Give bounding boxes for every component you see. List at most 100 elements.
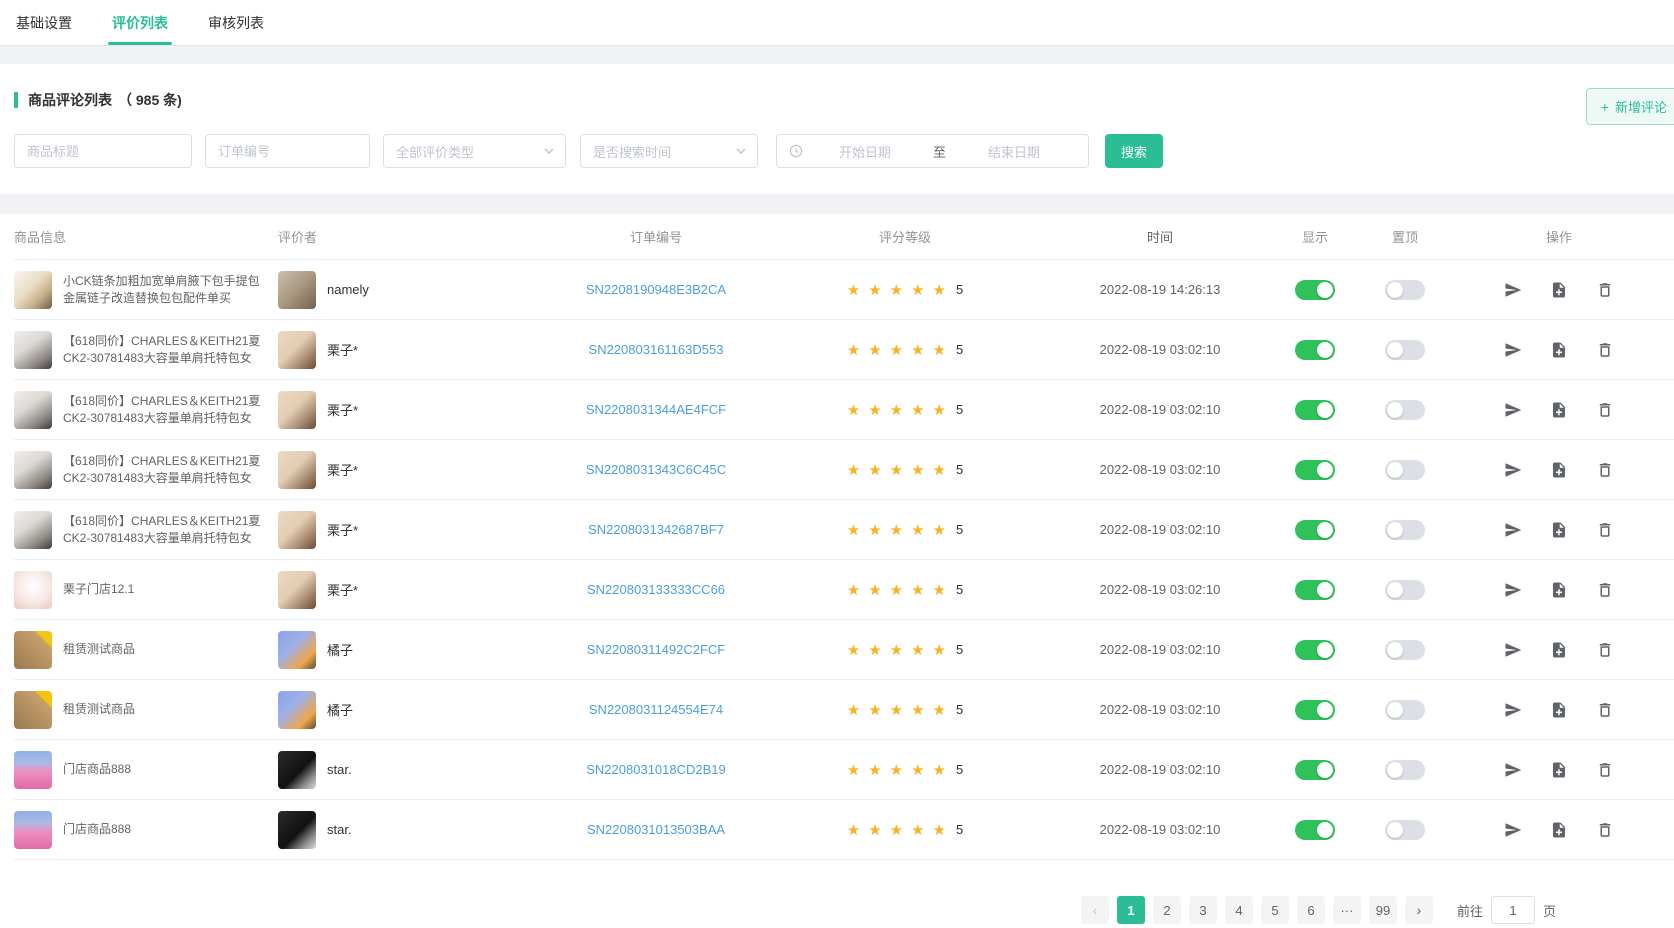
rating-stars[interactable]: ★★★★★	[847, 701, 954, 719]
pin-toggle[interactable]	[1385, 760, 1425, 780]
send-icon[interactable]	[1504, 401, 1522, 419]
page-button-1[interactable]: 1	[1117, 896, 1145, 924]
rating-stars[interactable]: ★★★★★	[847, 341, 954, 359]
tab-audit-list[interactable]: 审核列表	[208, 0, 264, 45]
prev-page-button[interactable]: ‹	[1081, 896, 1109, 924]
file-add-icon[interactable]	[1550, 521, 1568, 539]
order-no-input[interactable]	[205, 134, 370, 168]
reviewer-avatar	[278, 811, 316, 849]
add-review-button[interactable]: +新增评论	[1586, 88, 1674, 125]
order-link[interactable]: SN2208031343C6C45C	[586, 462, 726, 477]
goto-page-input[interactable]	[1491, 896, 1535, 924]
order-link[interactable]: SN2208031013503BAA	[587, 822, 725, 837]
display-toggle[interactable]	[1295, 640, 1335, 660]
file-add-icon[interactable]	[1550, 701, 1568, 719]
order-link[interactable]: SN22080311492C2FCF	[587, 642, 726, 657]
pin-toggle[interactable]	[1385, 520, 1425, 540]
date-range-picker[interactable]: 开始日期 至 结束日期	[776, 134, 1089, 168]
display-toggle[interactable]	[1295, 760, 1335, 780]
file-add-icon[interactable]	[1550, 581, 1568, 599]
delete-icon[interactable]	[1596, 641, 1614, 659]
order-link[interactable]: SN220803133333CC66	[587, 582, 725, 597]
file-add-icon[interactable]	[1550, 821, 1568, 839]
rating-score: 5	[956, 642, 963, 657]
file-add-icon[interactable]	[1550, 281, 1568, 299]
display-toggle[interactable]	[1295, 700, 1335, 720]
order-link[interactable]: SN2208031124554E74	[589, 702, 723, 717]
send-icon[interactable]	[1504, 701, 1522, 719]
send-icon[interactable]	[1504, 821, 1522, 839]
display-toggle[interactable]	[1295, 580, 1335, 600]
display-toggle[interactable]	[1295, 820, 1335, 840]
rating-score: 5	[956, 702, 963, 717]
product-title-input[interactable]	[14, 134, 192, 168]
order-link[interactable]: SN2208190948E3B2CA	[586, 282, 726, 297]
pin-toggle[interactable]	[1385, 340, 1425, 360]
display-toggle[interactable]	[1295, 340, 1335, 360]
display-toggle[interactable]	[1295, 460, 1335, 480]
file-add-icon[interactable]	[1550, 641, 1568, 659]
send-icon[interactable]	[1504, 761, 1522, 779]
order-link[interactable]: SN2208031018CD2B19	[586, 762, 726, 777]
page-button-3[interactable]: 3	[1189, 896, 1217, 924]
display-toggle[interactable]	[1295, 400, 1335, 420]
file-add-icon[interactable]	[1550, 341, 1568, 359]
rating-stars[interactable]: ★★★★★	[847, 641, 954, 659]
display-toggle[interactable]	[1295, 280, 1335, 300]
file-add-icon[interactable]	[1550, 401, 1568, 419]
product-image	[14, 811, 52, 849]
delete-icon[interactable]	[1596, 461, 1614, 479]
delete-icon[interactable]	[1596, 281, 1614, 299]
page-button-6[interactable]: 6	[1297, 896, 1325, 924]
tab-review-list[interactable]: 评价列表	[112, 0, 168, 45]
pin-toggle[interactable]	[1385, 640, 1425, 660]
rating-stars[interactable]: ★★★★★	[847, 461, 954, 479]
order-link[interactable]: SN2208031342687BF7	[588, 522, 724, 537]
rating-stars[interactable]: ★★★★★	[847, 761, 954, 779]
delete-icon[interactable]	[1596, 761, 1614, 779]
delete-icon[interactable]	[1596, 521, 1614, 539]
delete-icon[interactable]	[1596, 821, 1614, 839]
order-link[interactable]: SN220803161163D553	[589, 342, 724, 357]
display-toggle[interactable]	[1295, 520, 1335, 540]
send-icon[interactable]	[1504, 341, 1522, 359]
pin-toggle[interactable]	[1385, 820, 1425, 840]
pin-toggle[interactable]	[1385, 280, 1425, 300]
review-list-panel: 商品评论列表 （ 985 条) +新增评论 全部评价类型 是否搜索时间 开始日期…	[0, 64, 1674, 194]
review-type-select[interactable]: 全部评价类型	[383, 134, 566, 168]
next-page-button[interactable]: ›	[1405, 896, 1433, 924]
page-button-2[interactable]: 2	[1153, 896, 1181, 924]
page-button-99[interactable]: 99	[1369, 896, 1397, 924]
table-row: 【618同价】CHARLES＆KEITH21夏CK2-30781483大容量单肩…	[14, 500, 1674, 560]
pin-toggle[interactable]	[1385, 580, 1425, 600]
pin-toggle[interactable]	[1385, 400, 1425, 420]
product-image	[14, 751, 52, 789]
rating-stars[interactable]: ★★★★★	[847, 581, 954, 599]
rating-stars[interactable]: ★★★★★	[847, 821, 954, 839]
order-link[interactable]: SN2208031344AE4FCF	[586, 402, 726, 417]
delete-icon[interactable]	[1596, 701, 1614, 719]
page-ellipsis[interactable]: ···	[1333, 896, 1361, 924]
send-icon[interactable]	[1504, 641, 1522, 659]
send-icon[interactable]	[1504, 521, 1522, 539]
product-title: 租赁测试商品	[63, 641, 135, 658]
pin-toggle[interactable]	[1385, 700, 1425, 720]
rating-stars[interactable]: ★★★★★	[847, 281, 954, 299]
page-button-5[interactable]: 5	[1261, 896, 1289, 924]
file-add-icon[interactable]	[1550, 761, 1568, 779]
delete-icon[interactable]	[1596, 401, 1614, 419]
delete-icon[interactable]	[1596, 581, 1614, 599]
page-button-4[interactable]: 4	[1225, 896, 1253, 924]
delete-icon[interactable]	[1596, 341, 1614, 359]
tab-basic-settings[interactable]: 基础设置	[16, 0, 72, 45]
send-icon[interactable]	[1504, 461, 1522, 479]
file-add-icon[interactable]	[1550, 461, 1568, 479]
search-button[interactable]: 搜索	[1105, 134, 1163, 168]
pin-toggle[interactable]	[1385, 460, 1425, 480]
search-time-select[interactable]: 是否搜索时间	[580, 134, 758, 168]
rating-stars[interactable]: ★★★★★	[847, 401, 954, 419]
send-icon[interactable]	[1504, 581, 1522, 599]
send-icon[interactable]	[1504, 281, 1522, 299]
rating-stars[interactable]: ★★★★★	[847, 521, 954, 539]
review-time: 2022-08-19 03:02:10	[1050, 642, 1270, 657]
